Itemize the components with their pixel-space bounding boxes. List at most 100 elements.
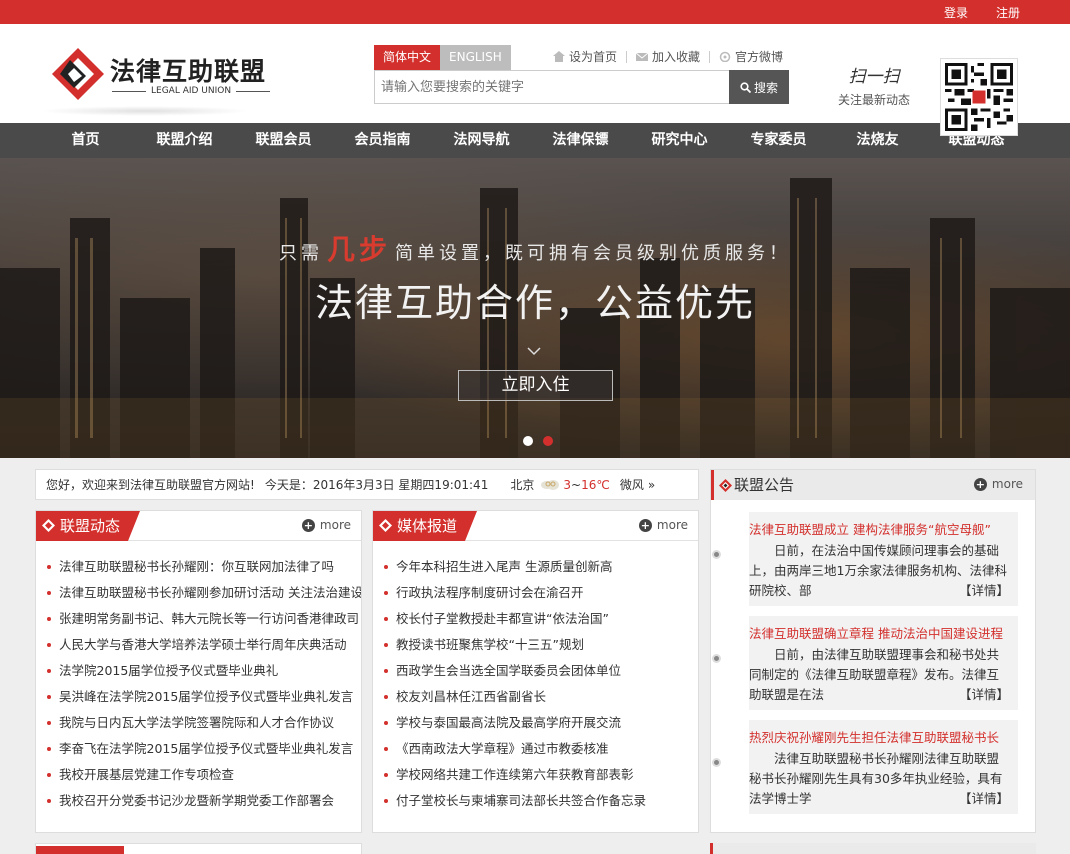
header: 法律互助联盟 LEGAL AID UNION 简体中文 ENGLISH 设为首页… [0, 24, 1070, 136]
qr-code-icon [945, 63, 1013, 131]
next-panel-right [710, 843, 1036, 854]
list-item[interactable]: 法律互助联盟秘书长孙耀刚参加研讨活动 关注法治建设 [46, 580, 361, 606]
media-news-panel: 媒体报道 + more 今年本科招生进入尾声 生源质量创新高 行政执法程序制度研讨… [372, 510, 699, 833]
nav-item-law-navigation[interactable]: 法网导航 [432, 123, 531, 158]
register-link[interactable]: 注册 [996, 4, 1020, 21]
alliance-news-more[interactable]: + more [301, 518, 351, 532]
list-item[interactable]: 法学院2015届学位授予仪式暨毕业典礼 [46, 658, 361, 684]
tab-simplified-chinese[interactable]: 简体中文 [374, 45, 441, 70]
alliance-news-list: 法律互助联盟秘书长孙耀刚：你互联网加法律了吗 法律互助联盟秘书长孙耀刚参加研讨活… [36, 541, 361, 814]
top-bar: 登录 注册 [0, 0, 1070, 24]
notice-item-title[interactable]: 法律互助联盟成立 建构法律服务“航空母舰” [749, 519, 1009, 538]
nav-item-about[interactable]: 联盟介绍 [135, 123, 234, 158]
logo-mark-icon [52, 48, 104, 100]
qr-center-logo [972, 90, 986, 104]
list-item[interactable]: 我校召开分党委书记沙龙暨新学期党委工作部署会 [46, 788, 361, 814]
carousel-dot-2[interactable] [543, 436, 553, 446]
plus-icon: + [973, 477, 987, 491]
list-item[interactable]: 西政学生会当选全国学联委员会团体单位 [383, 658, 698, 684]
nav-item-legal-bodyguard[interactable]: 法律保镖 [531, 123, 630, 158]
notice-more[interactable]: + more [973, 477, 1023, 491]
list-item[interactable]: 我院与日内瓦大学法学院签署院际和人才合作协议 [46, 710, 361, 736]
media-news-list: 今年本科招生进入尾声 生源质量创新高 行政执法程序制度研讨会在渝召开 校长付子堂… [373, 541, 698, 814]
list-item[interactable]: 今年本科招生进入尾声 生源质量创新高 [383, 554, 698, 580]
timeline-dot [712, 654, 721, 663]
search-button[interactable]: 搜索 [729, 70, 789, 104]
logo-name-cn: 法律互助联盟 [110, 57, 267, 86]
logo-name-en: LEGAL AID UNION [112, 86, 271, 96]
list-item[interactable]: 学校与泰国最高法院及最高学府开展交流 [383, 710, 698, 736]
list-item[interactable]: 学校网络共建工作连续第六年获教育部表彰 [383, 762, 698, 788]
qr-code [940, 58, 1018, 136]
notice-item-title[interactable]: 热烈庆祝孙耀刚先生担任法律互助联盟秘书长 [749, 727, 1009, 746]
list-item[interactable]: 人民大学与香港大学培养法学硕士举行周年庆典活动 [46, 632, 361, 658]
search-input[interactable] [374, 70, 729, 104]
set-home-link[interactable]: 设为首页 [553, 48, 617, 65]
welcome-bar: 您好，欢迎来到法律互助联盟官方网站! 今天是：2016年3月3日 星期四19:0… [35, 469, 699, 500]
alliance-news-panel: 联盟动态 + more 法律互助联盟秘书长孙耀刚：你互联网加法律了吗 法律互助联盟… [35, 510, 362, 833]
timeline-dot [712, 550, 721, 559]
weibo-link[interactable]: 官方微博 [719, 48, 783, 65]
notice-item[interactable]: 法律互助联盟成立 建构法律服务“航空母舰” 日前，在法治中国传媒顾问理事会的基础… [712, 512, 1018, 606]
notice-item-body: 法律互助联盟秘书长孙耀刚法律互助联盟秘书长孙耀刚先生具有30多年执业经验，具有法… [749, 749, 1009, 809]
plus-icon: + [638, 518, 652, 532]
carousel-dot-1[interactable] [523, 436, 533, 446]
date-text: 今天是：2016年3月3日 星期四19:01:41 [264, 478, 489, 492]
notice-item-body: 日前，由法律互助联盟理事会和秘书处共同制定的《法律互助联盟章程》发布。法律互助联… [749, 645, 1009, 705]
language-tabs: 简体中文 ENGLISH [374, 45, 511, 70]
weather-more-arrow[interactable]: » [648, 478, 655, 492]
timeline-dot [712, 758, 721, 767]
nav-item-home[interactable]: 首页 [36, 123, 135, 158]
join-now-button[interactable]: 立即入住 [458, 370, 613, 401]
list-item[interactable]: 我校开展基层党建工作专项检查 [46, 762, 361, 788]
list-item[interactable]: 教授读书班聚焦学校“十三五”规划 [383, 632, 698, 658]
notice-item[interactable]: 法律互助联盟确立章程 推动法治中国建设进程 日前，由法律互助联盟理事会和秘书处共… [712, 616, 1018, 710]
content-area: 您好，欢迎来到法律互助联盟官方网站! 今天是：2016年3月3日 星期四19:0… [0, 458, 1070, 854]
detail-link[interactable]: 【详情】 [959, 581, 1009, 601]
list-item[interactable]: 张建明常务副书记、韩大元院长等一行访问香港律政司 [46, 606, 361, 632]
add-favorite-link[interactable]: 加入收藏 [636, 48, 700, 65]
diamond-icon [719, 479, 732, 492]
weather-city: 北京 [510, 478, 535, 492]
cloudy-weather-icon [541, 479, 560, 490]
scan-prompt: 扫一扫 关注最新动态 [836, 62, 912, 108]
search-icon [740, 81, 751, 93]
nav-item-research-center[interactable]: 研究中心 [630, 123, 729, 158]
detail-link[interactable]: 【详情】 [959, 789, 1009, 809]
logo-shadow [40, 106, 250, 116]
list-item[interactable]: 行政执法程序制度研讨会在渝召开 [383, 580, 698, 606]
list-item[interactable]: 校长付子堂教授赴丰都宣讲“依法治国” [383, 606, 698, 632]
detail-link[interactable]: 【详情】 [959, 685, 1009, 705]
list-item[interactable]: 《西南政法大学章程》通过市教委核准 [383, 736, 698, 762]
mail-icon [636, 52, 649, 61]
list-item[interactable]: 付子堂校长与柬埔寨司法部长共签合作备忘录 [383, 788, 698, 814]
list-item[interactable]: 李奋飞在法学院2015届学位授予仪式暨毕业典礼发言 [46, 736, 361, 762]
notice-item-body: 日前，在法治中国传媒顾问理事会的基础上，由两岸三地1万余家法律服务机构、法律科研… [749, 541, 1009, 601]
weibo-icon [719, 51, 731, 62]
welcome-text: 您好，欢迎来到法律互助联盟官方网站! [46, 478, 255, 492]
diamond-icon [42, 519, 55, 532]
account-links: 登录 注册 [944, 0, 1020, 24]
nav-item-members[interactable]: 联盟会员 [234, 123, 333, 158]
list-item[interactable]: 吴洪峰在法学院2015届学位授予仪式暨毕业典礼发言 [46, 684, 361, 710]
list-item[interactable]: 校友刘昌林任江西省副省长 [383, 684, 698, 710]
plus-icon: + [301, 518, 315, 532]
temp-high: 16℃ [581, 477, 610, 492]
home-icon [553, 51, 565, 62]
banner-tagline: 只需 几步 简单设置，既可拥有会员级别优质服务！ [278, 233, 791, 266]
notice-item[interactable]: 热烈庆祝孙耀刚先生担任法律互助联盟秘书长 法律互助联盟秘书长孙耀刚法律互助联盟秘… [712, 720, 1018, 814]
site-logo[interactable]: 法律互助联盟 LEGAL AID UNION [50, 46, 280, 106]
nav-item-expert-committee[interactable]: 专家委员 [729, 123, 828, 158]
list-item[interactable]: 法律互助联盟秘书长孙耀刚：你互联网加法律了吗 [46, 554, 361, 580]
nav-item-member-guide[interactable]: 会员指南 [333, 123, 432, 158]
media-news-more[interactable]: + more [638, 518, 688, 532]
login-link[interactable]: 登录 [944, 4, 968, 21]
notice-item-title[interactable]: 法律互助联盟确立章程 推动法治中国建设进程 [749, 623, 1009, 642]
temp-separator: ~ [571, 477, 582, 492]
alliance-news-title: 联盟动态 [36, 511, 141, 541]
scan-title: 扫一扫 [848, 67, 900, 87]
tab-english[interactable]: ENGLISH [440, 45, 511, 70]
media-news-title: 媒体报道 [373, 511, 478, 541]
search-bar: 搜索 [374, 70, 789, 104]
nav-item-law-fans[interactable]: 法烧友 [828, 123, 927, 158]
